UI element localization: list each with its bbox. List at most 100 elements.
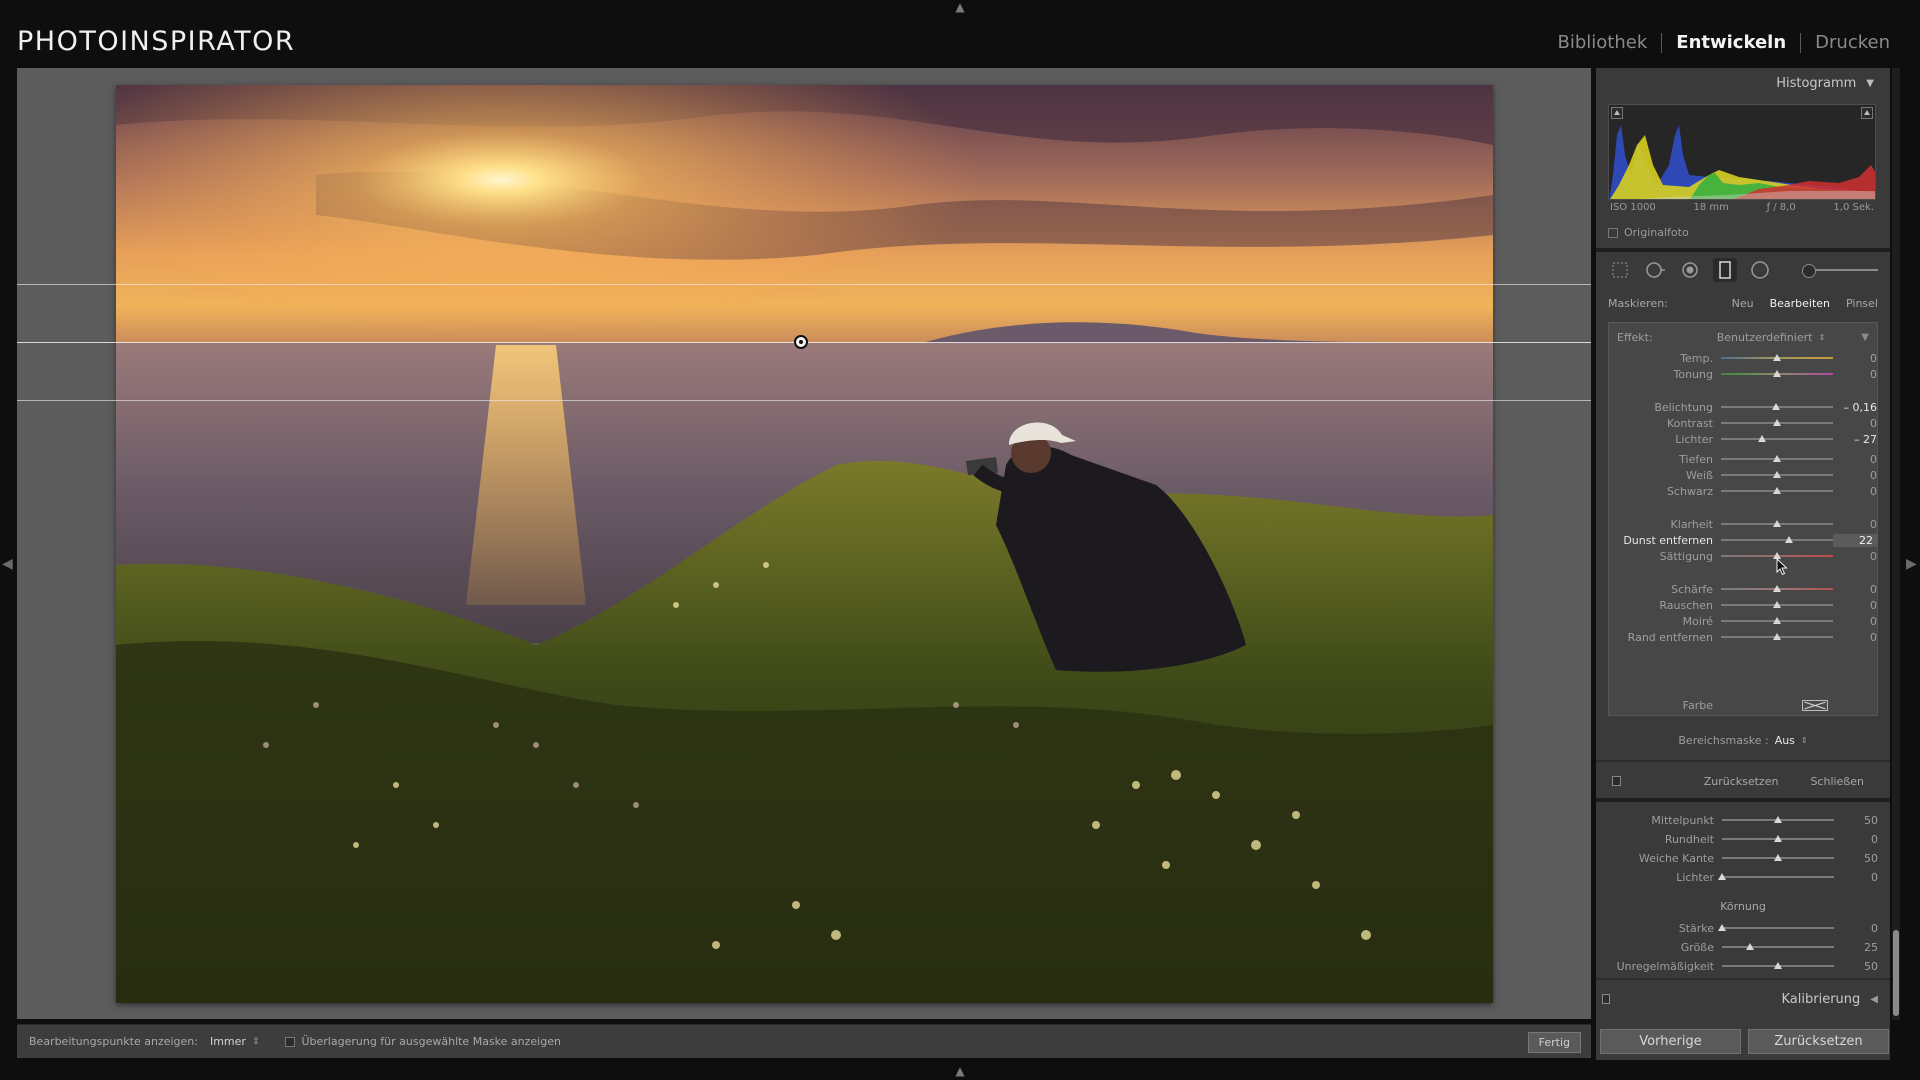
slider-thumb[interactable] [1774, 962, 1782, 969]
effect-slider-row[interactable]: Kontrast 0 [1609, 415, 1877, 431]
effect-slider-row[interactable]: Weiß 0 [1609, 467, 1877, 483]
mask-brush[interactable]: Pinsel [1846, 297, 1878, 310]
calibration-header[interactable]: Kalibrierung ◀ [1596, 986, 1890, 1012]
shadow-clipping-toggle[interactable] [1611, 107, 1623, 119]
slider-track[interactable] [1721, 601, 1833, 608]
highlight-clipping-toggle[interactable] [1861, 107, 1873, 119]
slider-value[interactable]: 0 [1834, 922, 1878, 935]
edit-points-select[interactable]: Immer ⇕ [210, 1035, 260, 1048]
slider-thumb[interactable] [1773, 585, 1781, 592]
slider-row[interactable]: Rundheit 0 [1610, 831, 1878, 847]
bottom-panel-toggle-icon[interactable]: ▲ [952, 1065, 968, 1077]
effect-slider-row[interactable]: Belichtung – 0,16 [1609, 399, 1877, 415]
graduated-filter-icon[interactable] [1713, 258, 1737, 282]
slider-track[interactable] [1722, 962, 1834, 969]
photo-preview[interactable] [116, 85, 1493, 1003]
slider-value[interactable]: 0 [1833, 550, 1877, 563]
effect-slider-row[interactable]: Schärfe 0 [1609, 581, 1877, 597]
slider-value[interactable]: 50 [1834, 960, 1878, 973]
slider-thumb[interactable] [1773, 370, 1781, 377]
slider-value[interactable]: 0 [1833, 453, 1877, 466]
slider-track[interactable] [1721, 552, 1833, 559]
effect-slider-row[interactable]: Sättigung 0 [1609, 548, 1877, 564]
slider-thumb[interactable] [1771, 403, 1780, 410]
effect-slider-row[interactable]: Rauschen 0 [1609, 597, 1877, 613]
color-swatch[interactable] [1802, 700, 1828, 711]
slider-value[interactable]: 22 [1833, 533, 1877, 547]
slider-row[interactable]: Mittelpunkt 50 [1610, 812, 1878, 828]
slider-track[interactable] [1721, 585, 1833, 592]
expand-icon[interactable]: ◀ [1870, 994, 1878, 1005]
calibration-toggle[interactable] [1602, 994, 1610, 1004]
mask-close-button[interactable]: Schließen [1810, 775, 1864, 788]
adjustment-brush-slider[interactable] [1802, 264, 1878, 278]
slider-value[interactable]: 0 [1833, 599, 1877, 612]
slider-track[interactable] [1722, 854, 1834, 861]
previous-button[interactable]: Vorherige [1600, 1028, 1741, 1054]
slider-thumb[interactable] [1746, 943, 1754, 950]
slider-track[interactable] [1721, 617, 1833, 624]
slider-row[interactable]: Weiche Kante 50 [1610, 850, 1878, 866]
slider-row[interactable]: Stärke 0 [1610, 920, 1878, 936]
effect-slider-row[interactable]: Rand entfernen 0 [1609, 629, 1877, 645]
done-button[interactable]: Fertig [1527, 1032, 1581, 1053]
slider-track[interactable] [1721, 403, 1833, 410]
slider-value[interactable]: 0 [1833, 469, 1877, 482]
slider-track[interactable] [1721, 536, 1833, 543]
slider-value[interactable]: – 0,16 [1833, 401, 1878, 414]
slider-track[interactable] [1721, 354, 1833, 361]
slider-thumb[interactable] [1773, 601, 1781, 608]
slider-track[interactable] [1721, 487, 1833, 494]
slider-thumb[interactable] [1774, 835, 1782, 842]
slider-thumb[interactable] [1718, 924, 1726, 931]
slider-thumb[interactable] [1774, 816, 1782, 823]
spot-removal-icon[interactable] [1643, 258, 1667, 282]
slider-thumb[interactable] [1773, 455, 1781, 462]
slider-thumb[interactable] [1773, 487, 1781, 494]
effect-slider-row[interactable]: Temp. 0 [1609, 350, 1877, 366]
slider-value[interactable]: 50 [1834, 852, 1878, 865]
slider-value[interactable]: 0 [1833, 615, 1877, 628]
slider-track[interactable] [1721, 435, 1833, 442]
slider-thumb[interactable] [1773, 354, 1781, 361]
effect-slider-row[interactable]: Dunst entfernen 22 [1609, 532, 1877, 548]
slider-thumb[interactable] [1773, 520, 1781, 527]
range-mask-row[interactable]: Bereichsmaske : Aus ⇕ [1608, 728, 1878, 752]
overlay-checkbox[interactable] [285, 1036, 296, 1047]
red-eye-icon[interactable] [1678, 258, 1702, 282]
effect-collapse-icon[interactable]: ▼ [1861, 332, 1869, 343]
effect-slider-row[interactable]: Tiefen 0 [1609, 451, 1877, 467]
panel-scrollbar[interactable] [1892, 68, 1900, 1020]
slider-value[interactable]: 0 [1833, 518, 1877, 531]
slider-thumb[interactable] [1773, 471, 1781, 478]
slider-value[interactable]: 25 [1834, 941, 1878, 954]
module-library[interactable]: Bibliothek [1558, 32, 1648, 53]
slider-value[interactable]: – 27 [1833, 433, 1877, 446]
reset-button[interactable]: Zurücksetzen [1748, 1028, 1889, 1054]
slider-track[interactable] [1721, 419, 1833, 426]
slider-track[interactable] [1721, 455, 1833, 462]
gradient-guide-top[interactable] [17, 284, 1591, 285]
slider-value[interactable]: 0 [1834, 833, 1878, 846]
slider-value[interactable]: 0 [1833, 583, 1877, 596]
slider-track[interactable] [1721, 471, 1833, 478]
slider-value[interactable]: 50 [1834, 814, 1878, 827]
module-print[interactable]: Drucken [1815, 32, 1890, 53]
panel-scrollbar-thumb[interactable] [1893, 930, 1899, 1016]
module-develop[interactable]: Entwickeln [1676, 32, 1786, 53]
slider-value[interactable]: 0 [1833, 352, 1877, 365]
slider-thumb[interactable] [1773, 419, 1781, 426]
effect-slider-row[interactable]: Lichter – 27 [1609, 431, 1877, 447]
effect-slider-row[interactable]: Klarheit 0 [1609, 516, 1877, 532]
collapse-icon[interactable]: ▼ [1866, 78, 1874, 89]
slider-value[interactable]: 0 [1833, 485, 1877, 498]
slider-value[interactable]: 0 [1833, 631, 1877, 644]
radial-filter-icon[interactable] [1748, 258, 1772, 282]
mask-edit[interactable]: Bearbeiten [1770, 297, 1830, 310]
slider-track[interactable] [1718, 924, 1834, 931]
slider-row[interactable]: Lichter 0 [1610, 869, 1878, 885]
slider-value[interactable]: 0 [1833, 417, 1877, 430]
gradient-guide-bottom[interactable] [17, 400, 1591, 401]
slider-track[interactable] [1722, 943, 1834, 950]
effect-preset-select[interactable]: Benutzerdefiniert ⇕ [1717, 331, 1825, 344]
